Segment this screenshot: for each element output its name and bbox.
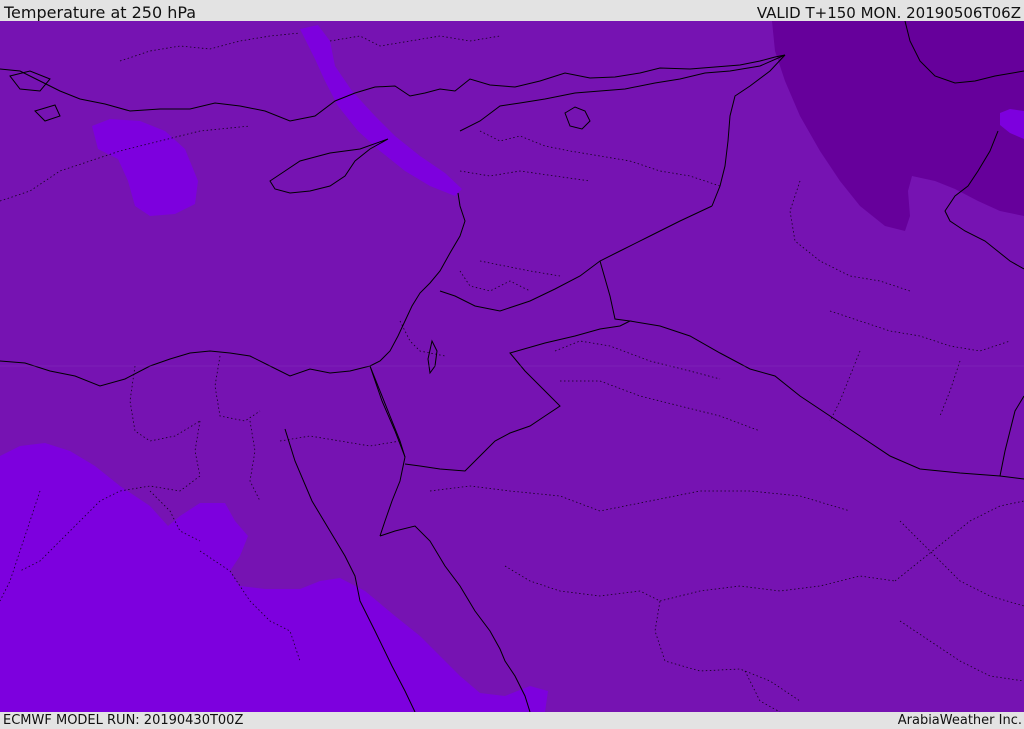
valid-time-label: VALID T+150 MON. 20190506T06Z xyxy=(756,4,1021,22)
map-title: Temperature at 250 hPa xyxy=(4,3,197,22)
temperature-map[interactable] xyxy=(0,21,1024,712)
model-run-label: ECMWF MODEL RUN: 20190430T00Z xyxy=(3,713,244,728)
footer-bar: ECMWF MODEL RUN: 20190430T00Z ArabiaWeat… xyxy=(0,712,1024,729)
credit-label: ArabiaWeather Inc. xyxy=(897,713,1022,728)
map-canvas xyxy=(0,21,1024,712)
header-bar: Temperature at 250 hPa VALID T+150 MON. … xyxy=(0,0,1024,22)
